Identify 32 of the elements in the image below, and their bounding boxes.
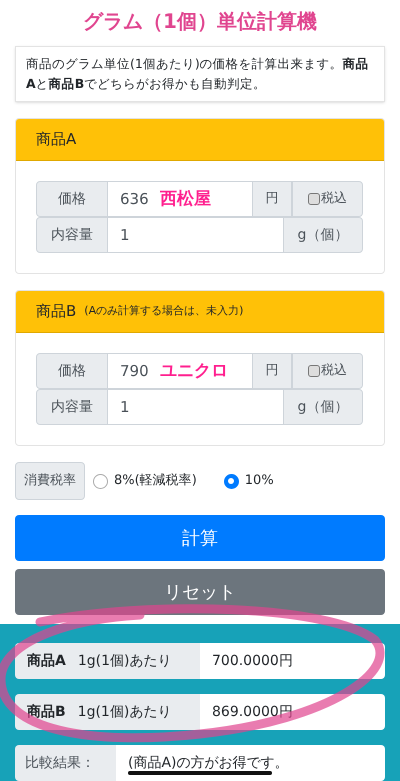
tax-rate-label: 消費税率 [15,462,85,500]
comparison-value: (商品A)の方がお得です。 [116,745,385,781]
input-label: 価格 [36,181,108,217]
card-title: 商品A [36,129,76,150]
currency-addon: 円 [252,181,292,217]
calculate-button[interactable]: 計算 [15,515,385,561]
input-label: 内容量 [36,217,108,253]
per-unit-label: 1g(1個)あたり [78,702,172,722]
tax-rate-radio[interactable]: 8%(軽減税率) [93,471,197,491]
comparison-label: 比較結果： [15,745,116,781]
result-value: 700.0000円 [200,643,385,679]
amount-field[interactable]: 1 [108,389,283,425]
amount-field[interactable]: 1 [108,217,283,253]
tax-rate-radio[interactable]: 10% [224,471,274,491]
product-name: 商品B [27,702,66,722]
tax-included-checkbox[interactable]: 税込 [292,181,363,217]
checkbox-box[interactable] [308,365,320,377]
input-label: 価格 [36,353,108,389]
unit-addon: g（個） [283,217,363,253]
unit-addon: g（個） [283,389,363,425]
per-unit-label: 1g(1個)あたり [78,652,172,670]
handwritten-note: ユニクロ [160,360,228,383]
handwritten-note: 西松屋 [160,188,211,211]
input-label: 内容量 [36,389,108,425]
card-title: 商品B [36,301,76,322]
page-title: グラム（1個）単位計算機 [82,8,318,35]
product-name: 商品A [27,652,66,670]
checkbox-box[interactable] [308,193,320,205]
currency-addon: 円 [252,353,292,389]
description: 商品のグラム単位(1個あたり)の価格を計算出来ます。商品Aと商品Bでどちらがお得かも自動判定。 [15,46,385,102]
card-hint: (Aのみ計算する場合は、未入力) [84,303,244,320]
tax-included-checkbox[interactable]: 税込 [292,353,363,389]
